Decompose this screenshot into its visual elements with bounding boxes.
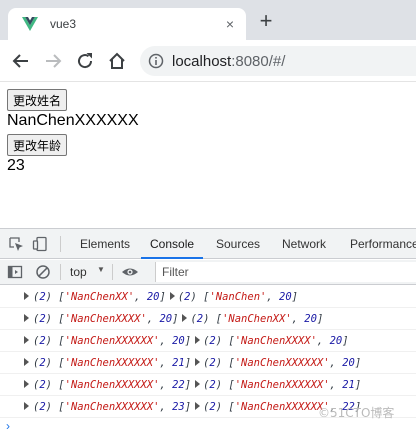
change-age-button[interactable]: 更改年龄 bbox=[7, 134, 68, 156]
expand-arrow-icon[interactable] bbox=[24, 358, 29, 366]
log-new-value[interactable]: (2) ['NanChenXXXXXX', 21] bbox=[33, 357, 191, 369]
console-log-row: (2) ['NanChenXXXX', 20] (2) ['NanChenXX',… bbox=[0, 308, 416, 330]
filter-input[interactable]: Filter bbox=[155, 262, 416, 282]
watermark: ©51CTO博客 bbox=[318, 406, 395, 420]
filter-placeholder: Filter bbox=[162, 265, 189, 279]
expand-arrow-icon[interactable] bbox=[24, 380, 29, 388]
info-icon[interactable] bbox=[148, 53, 164, 69]
log-old-value[interactable]: (2) ['NanChenXXXXXX', 21] bbox=[203, 379, 361, 391]
inspect-element-icon[interactable] bbox=[8, 236, 24, 252]
url-rest: :8080/#/ bbox=[231, 53, 286, 70]
device-toolbar-icon[interactable] bbox=[32, 236, 48, 252]
address-bar[interactable]: localhost:8080/#/ bbox=[140, 46, 416, 76]
clear-console-icon[interactable] bbox=[35, 264, 51, 280]
reload-icon[interactable] bbox=[74, 50, 96, 72]
expand-arrow-icon[interactable] bbox=[195, 380, 201, 388]
tab-sources[interactable]: Sources bbox=[216, 229, 260, 259]
page-content: 更改姓名 NanChenXXXXXX 更改年龄 23 bbox=[0, 83, 416, 228]
expand-arrow-icon[interactable] bbox=[195, 336, 201, 344]
tab-network[interactable]: Network bbox=[282, 229, 326, 259]
log-old-value[interactable]: (2) ['NanChenXXXXXX', 20] bbox=[203, 357, 361, 369]
chevron-down-icon[interactable]: ▼ bbox=[97, 265, 105, 274]
log-new-value[interactable]: (2) ['NanChenXXXXXX', 20] bbox=[33, 335, 191, 347]
expand-arrow-icon[interactable] bbox=[182, 314, 188, 322]
close-tab-icon[interactable]: × bbox=[222, 16, 238, 32]
eye-icon[interactable] bbox=[121, 264, 139, 280]
log-old-value[interactable]: (2) ['NanChenXX', 20] bbox=[190, 313, 323, 325]
expand-arrow-icon[interactable] bbox=[24, 336, 29, 344]
name-value: NanChenXXXXXX bbox=[7, 112, 139, 129]
expand-arrow-icon[interactable] bbox=[24, 402, 29, 410]
console-log-row: (2) ['NanChenXX', 20] (2) ['NanChen', 20] bbox=[0, 286, 416, 308]
log-new-value[interactable]: (2) ['NanChenXX', 20] bbox=[33, 291, 166, 303]
vue-logo-icon bbox=[22, 17, 38, 31]
tab-performance[interactable]: Performance bbox=[350, 229, 416, 259]
console-log-row: (2) ['NanChenXXXXXX', 22] (2) ['NanChenXX… bbox=[0, 374, 416, 396]
log-new-value[interactable]: (2) ['NanChenXXXX', 20] bbox=[33, 313, 178, 325]
expand-arrow-icon[interactable] bbox=[195, 402, 201, 410]
log-old-value[interactable]: (2) ['NanChenXXXX', 20] bbox=[203, 335, 348, 347]
divider bbox=[60, 264, 61, 280]
tab-elements[interactable]: Elements bbox=[80, 229, 130, 259]
expand-arrow-icon[interactable] bbox=[195, 358, 201, 366]
log-new-value[interactable]: (2) ['NanChenXXXXXX', 23] bbox=[33, 401, 191, 413]
log-old-value[interactable]: (2) ['NanChen', 20] bbox=[178, 291, 298, 303]
console-log-row: (2) ['NanChenXXXXXX', 20] (2) ['NanChenXX… bbox=[0, 330, 416, 352]
console-prompt[interactable]: › bbox=[6, 419, 10, 433]
devtools-panel: Elements Console Sources Network Perform… bbox=[0, 228, 416, 433]
devtools-tab-bar: Elements Console Sources Network Perform… bbox=[0, 229, 416, 259]
divider bbox=[60, 236, 61, 252]
url-text: localhost:8080/#/ bbox=[172, 53, 285, 70]
expand-arrow-icon[interactable] bbox=[24, 292, 29, 300]
change-name-button[interactable]: 更改姓名 bbox=[7, 89, 68, 111]
divider bbox=[112, 264, 113, 280]
browser-tab[interactable]: vue3 × bbox=[8, 8, 246, 40]
url-host: localhost bbox=[172, 53, 232, 70]
back-arrow-icon[interactable] bbox=[10, 50, 32, 72]
tab-strip: vue3 × + bbox=[0, 0, 416, 40]
console-log-row: (2) ['NanChenXXXXXX', 21] (2) ['NanChenXX… bbox=[0, 352, 416, 374]
console-toolbar: top ▼ Filter bbox=[0, 260, 416, 285]
expand-arrow-icon[interactable] bbox=[24, 314, 29, 322]
expand-arrow-icon[interactable] bbox=[169, 292, 175, 300]
home-icon[interactable] bbox=[106, 50, 128, 72]
tab-console[interactable]: Console bbox=[141, 229, 204, 259]
browser-toolbar: localhost:8080/#/ bbox=[0, 40, 416, 82]
age-value: 23 bbox=[7, 157, 25, 174]
log-new-value[interactable]: (2) ['NanChenXXXXXX', 22] bbox=[33, 379, 191, 391]
context-selector[interactable]: top bbox=[70, 265, 87, 279]
sidebar-toggle-icon[interactable] bbox=[7, 264, 23, 280]
new-tab-icon[interactable]: + bbox=[256, 10, 276, 32]
forward-arrow-icon[interactable] bbox=[42, 50, 64, 72]
tab-title: vue3 bbox=[50, 17, 77, 31]
